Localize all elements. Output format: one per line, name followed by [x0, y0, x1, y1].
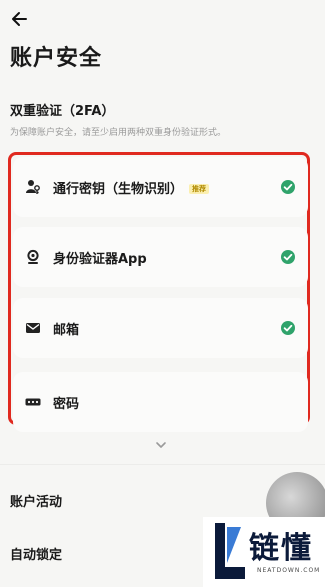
watermark: 链懂 NEATDOWN.COM	[203, 517, 325, 587]
chevron-down-icon[interactable]	[154, 440, 168, 450]
section-subtitle-2fa: 为保障账户安全，请至少启用两种双重身份验证形式。	[10, 128, 227, 138]
item-label: 密码	[53, 397, 80, 412]
mail-icon	[26, 323, 40, 333]
page-title: 账户安全	[10, 46, 103, 71]
recommend-badge: 推荐	[189, 184, 210, 194]
watermark-name: 链懂	[249, 531, 313, 566]
watermark-logo-icon	[215, 523, 245, 579]
two-fa-item-email[interactable]: 邮箱	[13, 298, 308, 358]
row-label: 账户活动	[10, 495, 63, 510]
item-label: 通行密钥（生物识别）	[53, 182, 184, 197]
two-fa-item-passkey[interactable]: 通行密钥（生物识别） 推荐	[13, 157, 308, 217]
authenticator-icon	[27, 249, 39, 264]
check-circle-icon	[281, 180, 295, 194]
watermark-domain: NEATDOWN.COM	[257, 567, 321, 574]
check-circle-icon	[281, 250, 295, 264]
two-fa-item-authenticator[interactable]: 身份验证器App	[13, 227, 308, 287]
password-icon	[25, 398, 41, 406]
divider	[0, 464, 325, 465]
arrow-left-icon	[12, 12, 27, 26]
item-label: 邮箱	[53, 323, 80, 338]
row-label: 自动锁定	[10, 548, 63, 563]
item-label: 身份验证器App	[53, 252, 147, 267]
section-title-2fa: 双重验证（2FA）	[10, 104, 115, 119]
check-circle-icon	[281, 321, 295, 335]
passkey-icon	[26, 180, 40, 194]
back-button[interactable]	[10, 10, 30, 28]
two-fa-item-password[interactable]: 密码	[13, 372, 308, 432]
